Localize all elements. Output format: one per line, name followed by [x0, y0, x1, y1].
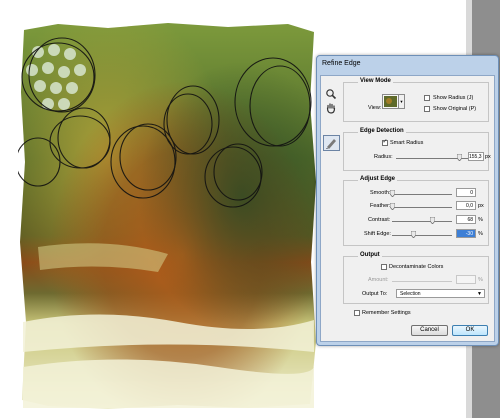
painted-artwork-canvas[interactable]	[18, 22, 318, 410]
adjust-edge-section: Adjust Edge Smooth: 0 Feather: 0,0 px Co…	[343, 176, 489, 246]
contrast-label: Contrast:	[368, 217, 391, 223]
shift-edge-input[interactable]: -30	[456, 229, 476, 238]
feather-unit: px	[478, 203, 484, 209]
decontaminate-colors-label: Decontaminate Colors	[389, 264, 444, 270]
dialog-titlebar[interactable]: Refine Edge	[317, 56, 498, 74]
feather-label: Feather:	[370, 203, 391, 209]
contrast-unit: %	[478, 217, 483, 223]
amount-input	[456, 275, 476, 284]
feather-slider-thumb[interactable]	[389, 203, 395, 210]
smooth-label: Smooth:	[370, 190, 391, 196]
feather-slider-track[interactable]	[392, 207, 452, 208]
decontaminate-colors-checkbox[interactable]	[381, 264, 387, 270]
smart-radius-checkbox[interactable]	[382, 138, 388, 146]
contrast-slider-track[interactable]	[392, 221, 452, 222]
shift-edge-slider-track[interactable]	[392, 235, 452, 236]
contrast-input[interactable]: 68	[456, 215, 476, 224]
output-section: Output Decontaminate Colors Amount: % Ou…	[343, 252, 489, 304]
radius-unit: px	[485, 154, 491, 160]
show-original-label: Show Original (P)	[433, 106, 477, 112]
show-radius-checkbox[interactable]	[424, 95, 430, 101]
view-label: View:	[368, 105, 382, 111]
adjust-edge-title: Adjust Edge	[358, 176, 398, 182]
refine-edge-dialog: Refine Edge View Mode View: ▼ Show Radiu…	[316, 55, 499, 346]
smooth-slider-thumb[interactable]	[389, 190, 395, 197]
edge-detection-section: Edge Detection Smart Radius Radius: 155,…	[343, 128, 491, 171]
amount-label: Amount:	[368, 277, 389, 283]
view-mode-section: View Mode View: ▼ Show Radius (J) Show O…	[343, 78, 489, 122]
shift-edge-slider-thumb[interactable]	[410, 231, 416, 238]
dialog-title: Refine Edge	[322, 60, 361, 67]
output-to-select[interactable]: Selection ▼	[396, 289, 485, 298]
hand-tool-icon[interactable]	[325, 102, 337, 114]
feather-input[interactable]: 0,0	[456, 201, 476, 210]
smart-radius-label: Smart Radius	[390, 140, 424, 146]
show-original-checkbox[interactable]	[424, 106, 430, 112]
view-mode-title: View Mode	[358, 78, 393, 84]
chevron-down-icon: ▼	[477, 291, 482, 297]
output-title: Output	[358, 252, 382, 258]
refine-radius-brush-icon[interactable]	[323, 135, 340, 151]
shift-edge-label: Shift Edge:	[364, 231, 391, 237]
radius-slider-thumb[interactable]	[456, 154, 462, 161]
output-to-label: Output To:	[362, 291, 388, 297]
cancel-button[interactable]: Cancel	[411, 325, 448, 336]
remember-settings-label: Remember Settings	[362, 310, 411, 316]
radius-label: Radius:	[374, 154, 393, 160]
dialog-body: View Mode View: ▼ Show Radius (J) Show O…	[320, 75, 495, 342]
amount-unit: %	[478, 277, 483, 283]
contrast-slider-thumb[interactable]	[430, 217, 436, 224]
view-mode-preview[interactable]	[382, 94, 399, 109]
amount-slider-track	[392, 281, 452, 282]
shift-edge-unit: %	[478, 231, 483, 237]
output-to-value: Selection	[400, 291, 421, 297]
smooth-input[interactable]: 0	[456, 188, 476, 197]
radius-input[interactable]: 155,3	[468, 152, 484, 161]
view-mode-dropdown[interactable]: ▼	[399, 94, 405, 109]
zoom-tool-icon[interactable]	[325, 88, 337, 100]
ok-button[interactable]: OK	[452, 325, 488, 336]
edge-detection-title: Edge Detection	[358, 128, 406, 134]
smooth-slider-track[interactable]	[392, 194, 452, 195]
show-radius-label: Show Radius (J)	[433, 95, 474, 101]
remember-settings-checkbox[interactable]	[354, 310, 360, 316]
